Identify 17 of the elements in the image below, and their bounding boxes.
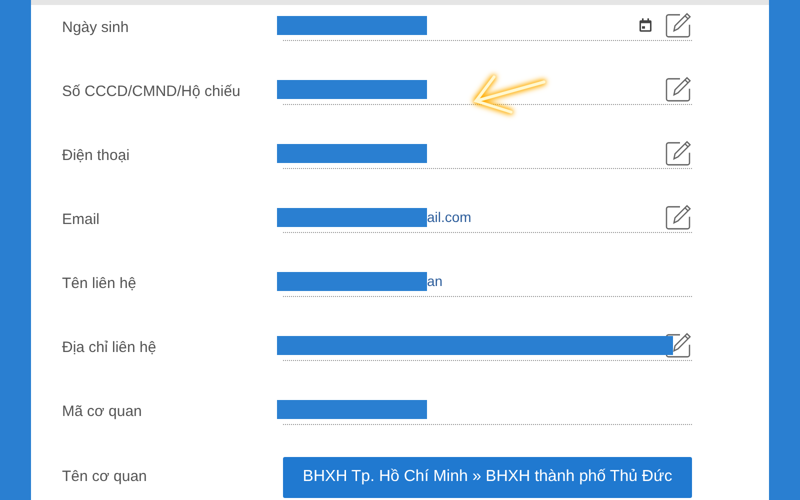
field-label: Số CCCD/CMND/Hộ chiếu [61, 82, 242, 102]
field-label: Mã cơ quan [61, 402, 143, 422]
field-label: Tên cơ quan [61, 466, 148, 487]
field-label: Tên liên hệ [61, 274, 138, 294]
field-label: Ngày sinh [61, 18, 130, 38]
field-label: Điện thoại [61, 146, 131, 166]
edit-icon[interactable] [665, 140, 692, 167]
field-label: Địa chỉ liên hệ [61, 338, 158, 358]
edit-icon[interactable] [665, 332, 692, 359]
field-value: ail.com [427, 208, 472, 226]
edit-icon[interactable] [665, 204, 692, 231]
field-value: an [427, 272, 443, 290]
agency-button[interactable]: BHXH Tp. Hồ Chí Minh » BHXH thành phố Thủ Đức [283, 456, 692, 498]
edit-icon[interactable] [665, 76, 692, 103]
edit-icon[interactable] [665, 12, 692, 39]
calendar-icon[interactable] [639, 18, 652, 32]
field-label: Email [61, 210, 101, 230]
